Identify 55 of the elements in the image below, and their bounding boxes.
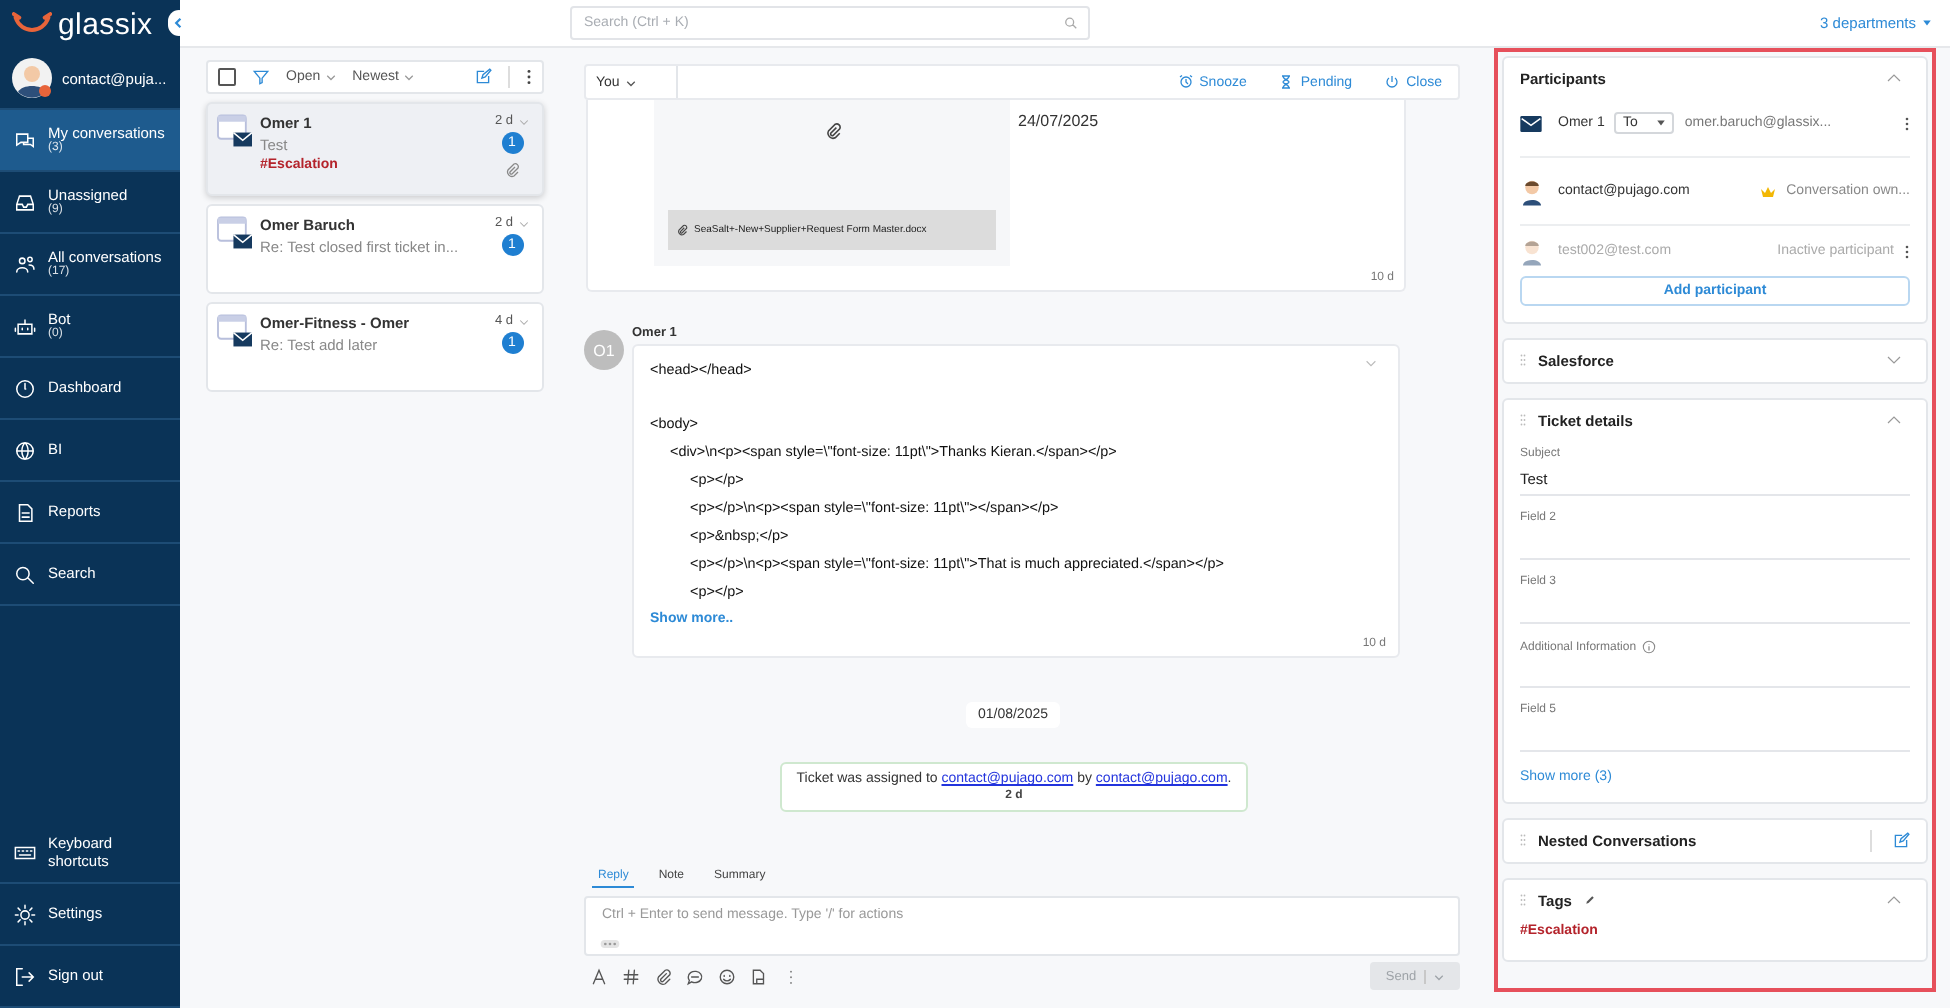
pencil-icon[interactable] xyxy=(1583,894,1596,906)
alarm-clock-icon xyxy=(1177,74,1194,90)
filter-icon[interactable] xyxy=(252,68,270,86)
person-avatar-icon xyxy=(1520,177,1544,205)
kebab-icon[interactable] xyxy=(1904,243,1910,259)
window-envelope-icon xyxy=(216,114,254,148)
paperclip-icon[interactable] xyxy=(654,967,672,985)
search-icon xyxy=(1064,16,1078,30)
compose-icon[interactable] xyxy=(474,68,492,86)
date-label: 24/07/2025 xyxy=(1018,112,1099,134)
compose-icon[interactable] xyxy=(1892,831,1910,849)
hourglass-icon xyxy=(1278,74,1295,90)
kebab-icon[interactable] xyxy=(526,68,532,86)
chat-bubble-icon[interactable] xyxy=(686,967,704,985)
chevron-down-icon[interactable] xyxy=(517,217,530,229)
window-envelope-icon xyxy=(216,314,254,348)
chevron-down-icon[interactable] xyxy=(1886,352,1902,368)
emoji-icon[interactable] xyxy=(718,967,736,985)
chevron-left-icon xyxy=(172,16,186,30)
text-format-icon[interactable] xyxy=(590,967,608,985)
smile-logo-icon xyxy=(12,11,52,37)
ellipsis-icon[interactable] xyxy=(600,940,620,948)
chevron-up-icon[interactable] xyxy=(1886,412,1902,428)
chevron-up-icon[interactable] xyxy=(1886,892,1902,908)
search-icon xyxy=(14,563,36,585)
people-icon xyxy=(14,253,36,275)
chat-bubbles-icon xyxy=(14,129,36,151)
kebab-icon[interactable] xyxy=(1904,115,1910,131)
caret-icon xyxy=(1922,18,1932,28)
sign-out-icon xyxy=(14,965,36,987)
caret-icon xyxy=(404,72,415,82)
person-avatar-icon xyxy=(1520,237,1544,265)
globe-icon xyxy=(14,439,36,461)
caret-icon xyxy=(1434,971,1445,981)
power-icon xyxy=(1384,74,1401,90)
chevron-up-icon[interactable] xyxy=(1886,70,1902,86)
caret-icon xyxy=(625,77,636,87)
inbox-icon xyxy=(14,191,36,213)
caret-icon xyxy=(1656,118,1667,128)
avatar-icon[interactable] xyxy=(12,58,52,98)
robot-icon xyxy=(14,315,36,337)
envelope-icon xyxy=(1520,115,1542,131)
file-icon[interactable] xyxy=(750,967,768,985)
paperclip-icon xyxy=(676,224,688,236)
select-all-checkbox[interactable] xyxy=(218,68,236,86)
keyboard-icon xyxy=(14,841,36,863)
chevron-down-icon[interactable] xyxy=(517,315,530,327)
window-envelope-icon xyxy=(216,216,254,250)
gauge-icon xyxy=(14,377,36,399)
avatar-initials: O1 xyxy=(584,330,624,370)
document-icon xyxy=(14,501,36,523)
caret-icon xyxy=(326,72,337,82)
paperclip-icon xyxy=(823,122,841,140)
brand-name: glassix xyxy=(58,7,153,41)
hashtag-icon[interactable] xyxy=(622,967,640,985)
